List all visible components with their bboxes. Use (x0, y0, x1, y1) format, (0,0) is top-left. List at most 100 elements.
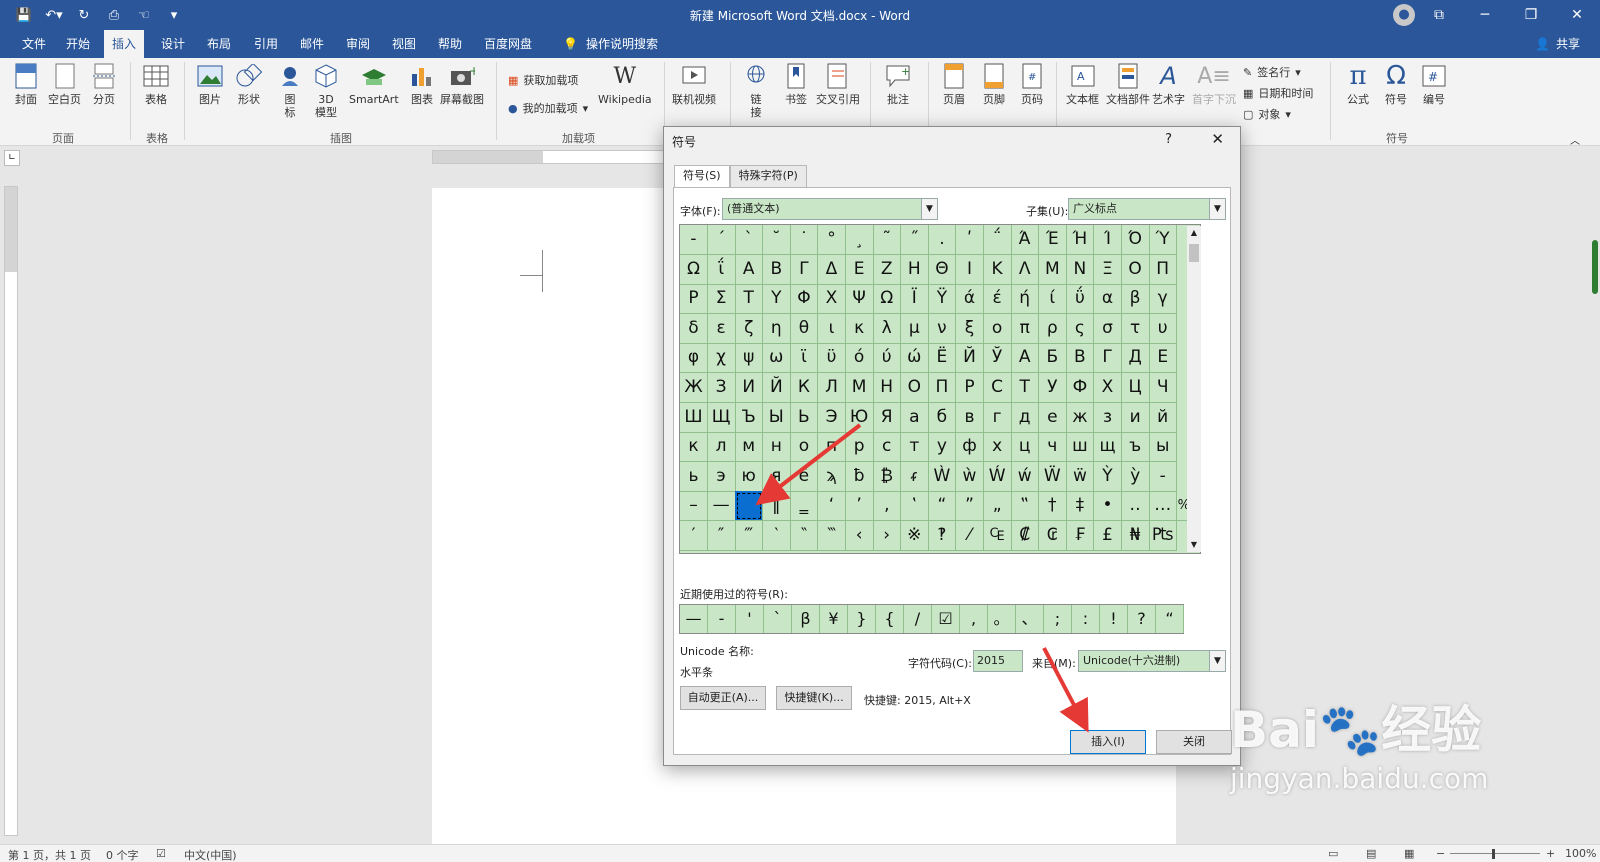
tab-baidu-netdisk[interactable]: 百度网盘 (476, 30, 540, 58)
symbol-cell[interactable]: Ψ (845, 284, 874, 315)
symbol-cell[interactable]: Й (956, 343, 984, 374)
symbol-cell[interactable]: Δ (818, 254, 846, 285)
symbol-cell[interactable]: ί (1038, 284, 1067, 315)
symbol-cell[interactable]: Ш (680, 402, 708, 433)
symbol-cell[interactable]: ẅ (1066, 461, 1095, 492)
wordart-button[interactable]: A 艺术字 (1152, 62, 1185, 107)
close-dialog-icon[interactable]: ✕ (1211, 130, 1224, 148)
symbol-cell[interactable]: Β (762, 254, 791, 285)
symbol-cell[interactable]: Ϊ (900, 284, 929, 315)
symbol-cell[interactable]: ά (956, 284, 984, 315)
symbol-cell[interactable]: Ы (762, 402, 791, 433)
drop-cap-button[interactable]: A≡ 首字下沉 (1192, 62, 1236, 106)
recent-symbol-cell[interactable]: - (708, 605, 736, 633)
tab-file[interactable]: 文件 (14, 30, 54, 58)
symbol-cell[interactable]: … (1149, 491, 1178, 522)
tab-help[interactable]: 帮助 (430, 30, 470, 58)
page-count[interactable]: 第 1 页，共 1 页 (8, 847, 91, 862)
tab-layout[interactable]: 布局 (199, 30, 239, 58)
scroll-up-icon[interactable]: ▲ (1187, 226, 1201, 240)
symbol-cell[interactable]: ψ (735, 343, 764, 374)
symbol-cell[interactable]: ″ (707, 521, 736, 551)
quick-parts-button[interactable]: 文档部件 (1106, 62, 1150, 106)
symbol-cell[interactable]: Н (873, 373, 902, 403)
symbol-cell[interactable]: Ц (1121, 373, 1150, 403)
symbol-cell[interactable]: ⁄ (956, 521, 984, 551)
blank-page-button[interactable]: 空白页 (48, 62, 81, 106)
symbol-cell[interactable]: Р (956, 373, 984, 403)
tab-insert[interactable]: 插入 (104, 30, 145, 58)
symbol-cell[interactable]: Έ (1038, 225, 1067, 255)
symbol-cell[interactable]: Ο (1121, 254, 1150, 285)
symbol-cell[interactable]: ξ (956, 313, 984, 344)
symbol-cell[interactable]: Ф (1066, 373, 1095, 403)
symbol-cell[interactable]: † (1038, 491, 1067, 522)
symbol-cell[interactable]: ω (762, 343, 791, 374)
symbol-cell[interactable]: М (845, 373, 874, 403)
bookmark-button[interactable]: 书签 (782, 62, 810, 106)
symbol-cell[interactable]: С (983, 373, 1012, 403)
recent-symbol-cell[interactable]: , (960, 605, 988, 633)
symbol-cell[interactable]: ц (1011, 432, 1040, 463)
symbol-cell[interactable]: ˝ (900, 225, 929, 255)
symbol-cell[interactable]: с (873, 432, 902, 463)
tab-symbols[interactable]: 符号(S) (674, 165, 730, 187)
tab-design[interactable]: 设计 (153, 30, 193, 58)
recent-symbol-cell[interactable]: β (792, 605, 820, 633)
user-avatar[interactable]: ● (1393, 4, 1415, 26)
symbol-cell[interactable]: л (707, 432, 736, 463)
recent-symbol-cell[interactable]: ' (736, 605, 764, 633)
symbol-cell[interactable]: ‚ (873, 491, 902, 522)
restore-icon[interactable]: ❐ (1508, 0, 1554, 30)
web-layout-icon[interactable]: ▦ (1404, 847, 1414, 860)
symbol-cell[interactable]: ш (1066, 432, 1095, 463)
zoom-slider-thumb[interactable] (1492, 849, 1495, 859)
symbol-cell[interactable]: ‛ (900, 491, 929, 522)
symbol-cell[interactable]: Ξ (1094, 254, 1122, 285)
scroll-down-icon[interactable]: ▼ (1187, 538, 1201, 552)
symbol-cell[interactable]: Θ (928, 254, 957, 285)
symbol-cell[interactable]: ‟ (1011, 491, 1040, 522)
symbol-cell[interactable]: И (735, 373, 764, 403)
symbol-cell[interactable]: ₢ (1038, 521, 1067, 551)
subset-select[interactable]: 广义标点 ▼ (1068, 198, 1226, 220)
table-button[interactable]: 表格 (142, 62, 170, 106)
online-video-button[interactable]: 联机视频 (672, 62, 716, 106)
symbol-cell[interactable]: ´ (707, 225, 736, 255)
help-icon[interactable]: ? (1165, 132, 1172, 147)
symbol-cell[interactable]: Ί (1094, 225, 1122, 255)
symbol-cell[interactable]: р (845, 432, 874, 463)
recent-symbols-grid[interactable]: — - ' ` β ¥}{/ ☑,。、;:!? “ (679, 604, 1184, 634)
symbol-cell[interactable]: Э (818, 402, 846, 433)
symbol-cell[interactable]: ΰ (1066, 284, 1095, 315)
symbol-cell[interactable]: Η (900, 254, 929, 285)
symbol-cell[interactable]: ’ (845, 491, 874, 522)
symbol-cell[interactable]: о (790, 432, 819, 463)
symbol-cell[interactable]: σ (1094, 313, 1122, 344)
symbol-cell[interactable]: ₦ (1121, 521, 1150, 551)
horizontal-ruler[interactable] (432, 150, 667, 164)
tab-review[interactable]: 审阅 (338, 30, 378, 58)
symbol-cell[interactable]: ₠ (983, 521, 1012, 551)
symbol-cell[interactable]: у (928, 432, 957, 463)
symbol-cell[interactable]: Γ (790, 254, 819, 285)
symbol-cell[interactable]: – (680, 491, 708, 522)
symbol-cell[interactable]: Я (873, 402, 902, 433)
recent-symbol-cell[interactable]: ; (1044, 605, 1072, 633)
symbol-cell[interactable]: Ζ (873, 254, 902, 285)
symbol-cell[interactable]: β (1121, 284, 1150, 315)
shortcut-key-button[interactable]: 快捷键(K)... (776, 686, 852, 710)
symbol-cell[interactable]: ъ (1121, 432, 1150, 463)
icons-button[interactable]: 图 标 (276, 62, 304, 119)
symbol-cell[interactable]: ‡ (1066, 491, 1095, 522)
font-select[interactable]: (普通文本) ▼ (722, 198, 938, 220)
symbol-cell[interactable]: ‐ (680, 225, 708, 255)
symbol-cell[interactable]: ẃ (1011, 461, 1040, 492)
symbol-cell[interactable]: п (818, 432, 846, 463)
symbol-cell[interactable]: α (1094, 284, 1122, 315)
symbol-cell[interactable]: φ (680, 343, 708, 374)
symbol-cell[interactable]: τ (1121, 313, 1150, 344)
symbol-cell[interactable]: ς (1066, 313, 1095, 344)
wikipedia-button[interactable]: W Wikipedia (598, 62, 652, 106)
symbol-cell[interactable]: й (1149, 402, 1178, 433)
